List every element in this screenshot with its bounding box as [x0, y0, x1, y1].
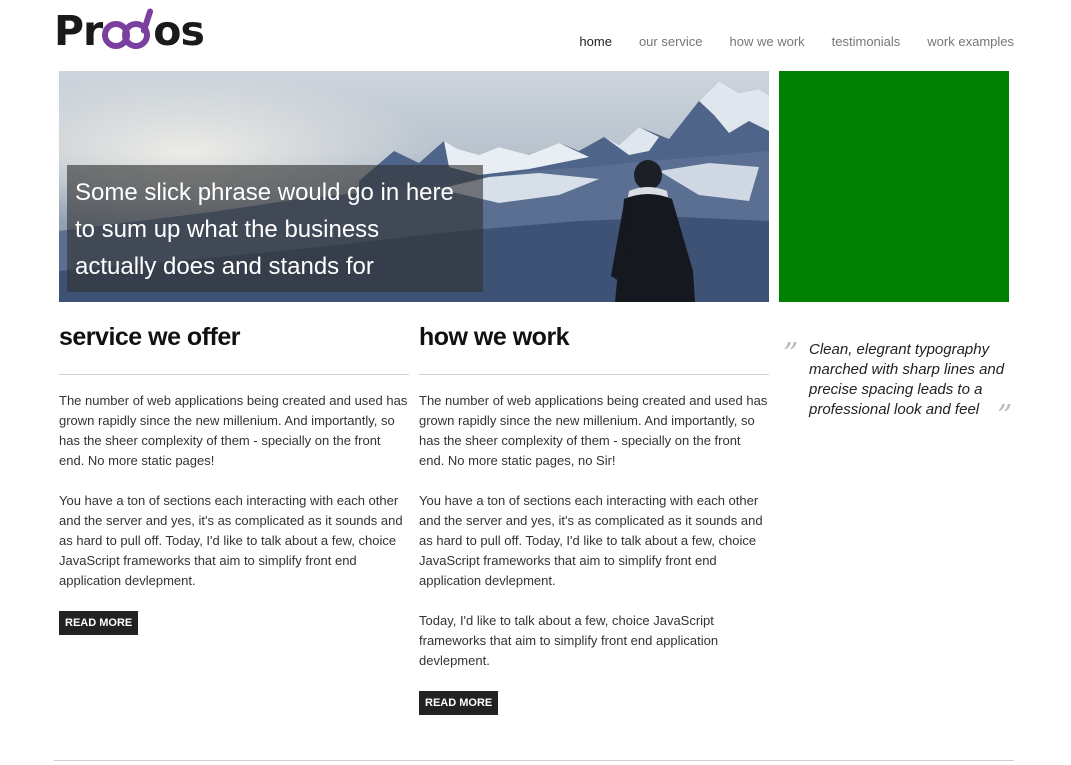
- how-we-work-paragraph-2: You have a ton of sections each interact…: [419, 493, 763, 588]
- logo-mark: [102, 7, 155, 50]
- services-read-more-button[interactable]: READ MORE: [59, 611, 139, 635]
- hero-banner: Some slick phrase would go in here to su…: [59, 71, 769, 302]
- hero-caption-line-3: actually does and stands for: [75, 253, 374, 280]
- how-we-work-title: how we work: [419, 322, 769, 375]
- how-we-work-read-more-button[interactable]: READ MORE: [419, 691, 499, 715]
- nav-how-we-work[interactable]: how we work: [730, 34, 805, 49]
- hero-caption: Some slick phrase would go in here to su…: [67, 165, 483, 292]
- services-paragraph-2: You have a ton of sections each interact…: [59, 493, 403, 588]
- side-panel: [779, 71, 1009, 302]
- nav-testimonials[interactable]: testimonials: [832, 34, 901, 49]
- services-paragraph-1: The number of web applications being cre…: [59, 393, 408, 468]
- logo[interactable]: Pr os: [54, 6, 205, 55]
- hero-caption-line-1: Some slick phrase would go in here: [75, 179, 454, 206]
- quote-text: Clean, elegrant typography marched with …: [809, 341, 1005, 418]
- how-we-work-section: how we work The number of web applicatio…: [419, 322, 769, 715]
- logo-suffix: os: [153, 6, 205, 55]
- close-quote-icon: ”: [997, 399, 1013, 434]
- nav-our-service[interactable]: our service: [639, 34, 703, 49]
- how-we-work-paragraph-1: The number of web applications being cre…: [419, 393, 768, 468]
- services-section: service we offer The number of web appli…: [59, 322, 409, 635]
- how-we-work-paragraph-3: Today, I'd like to talk about a few, cho…: [419, 613, 719, 668]
- testimonial-quote: ” Clean, elegrant typography marched wit…: [783, 337, 1015, 432]
- main-nav: home our service how we work testimonial…: [579, 34, 1014, 49]
- services-title: service we offer: [59, 322, 409, 375]
- hero-caption-line-2: to sum up what the business: [75, 216, 380, 243]
- footer-divider: [54, 760, 1014, 761]
- open-quote-icon: ”: [783, 337, 799, 372]
- nav-home[interactable]: home: [579, 34, 612, 49]
- logo-prefix: Pr: [54, 6, 103, 55]
- nav-work-examples[interactable]: work examples: [927, 34, 1014, 49]
